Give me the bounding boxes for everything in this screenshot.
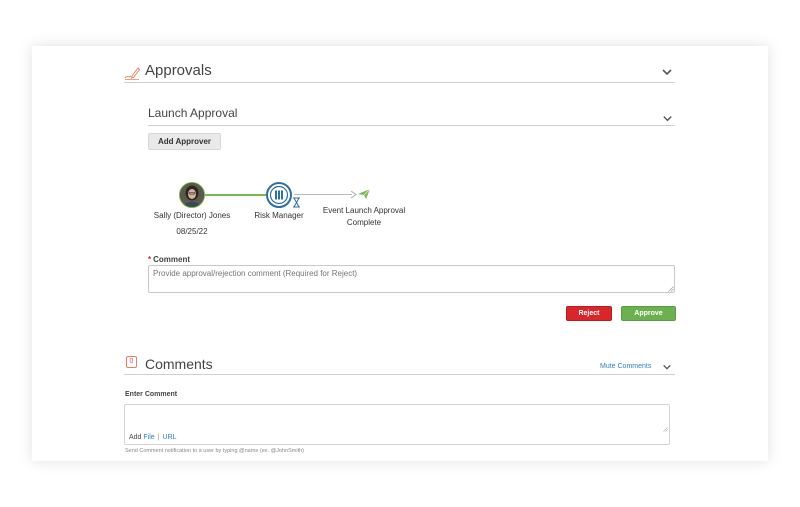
user-photo-icon [180, 183, 204, 207]
launch-approval-title: Launch Approval [148, 106, 238, 120]
flow-connector-pending [294, 194, 352, 195]
attachment-links: Add File | URL [129, 434, 177, 441]
link-separator: | [157, 434, 160, 441]
final-step-line2: Complete [346, 218, 382, 227]
pen-signature-icon [124, 67, 140, 80]
reject-button[interactable]: Reject [566, 306, 612, 321]
chevron-down-icon[interactable] [662, 362, 672, 372]
enter-comment-label: Enter Comment [125, 391, 178, 398]
avatar [179, 182, 205, 208]
paper-plane-icon [358, 188, 371, 199]
approval-comment-field[interactable] [148, 265, 675, 293]
approver-name: Risk Manager [254, 211, 304, 220]
approval-date: 08/25/22 [176, 227, 208, 236]
hourglass-icon [293, 197, 300, 208]
add-file-link[interactable]: File [143, 434, 154, 441]
approve-button[interactable]: Approve [621, 306, 676, 321]
flow-connector-complete [204, 194, 266, 196]
required-marker: * [148, 255, 152, 264]
mention-hint: Send Comment notification to a user by t… [125, 448, 304, 454]
add-label: Add [129, 434, 142, 441]
final-step-line1: Event Launch Approval [322, 206, 406, 215]
comment-label-text: Comment [153, 255, 191, 264]
divider [124, 82, 675, 83]
approver-group-icon [269, 185, 289, 205]
enter-comment-field[interactable] [124, 404, 670, 445]
approvals-title: Approvals [145, 62, 212, 79]
divider [124, 374, 675, 375]
approvals-card: Approvals Launch Approval Add Approver S… [32, 46, 768, 461]
final-step-label: Event Launch Approval Complete [312, 205, 416, 229]
add-approver-button[interactable]: Add Approver [148, 133, 221, 150]
chevron-down-icon[interactable] [661, 66, 673, 78]
chevron-down-icon[interactable] [662, 113, 673, 124]
comments-title: Comments [145, 356, 213, 372]
comment-label: * Comment [148, 255, 190, 264]
approver-name: Sally (Director) Jones [153, 211, 231, 220]
resize-grip-icon[interactable] [663, 427, 668, 432]
resize-grip-icon[interactable] [668, 286, 674, 292]
mute-comments-link[interactable]: Mute Comments [600, 363, 651, 370]
comment-count-badge: 0 [126, 356, 137, 368]
divider [148, 125, 675, 126]
risk-manager-node [266, 182, 292, 208]
add-url-link[interactable]: URL [163, 434, 177, 441]
